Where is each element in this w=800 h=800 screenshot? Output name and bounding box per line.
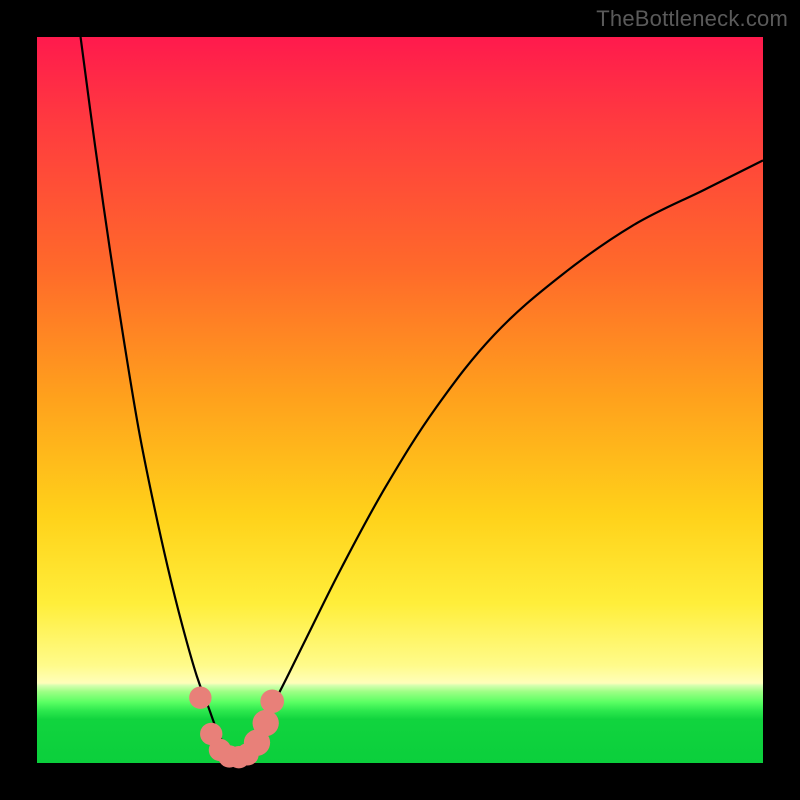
chart-frame: TheBottleneck.com <box>0 0 800 800</box>
watermark-text: TheBottleneck.com <box>596 6 788 32</box>
bottleneck-curve-left <box>81 37 230 752</box>
data-markers <box>189 686 284 768</box>
data-marker <box>253 710 279 736</box>
plot-area <box>37 37 763 763</box>
data-marker <box>189 686 211 708</box>
curve-layer <box>37 37 763 763</box>
bottleneck-curve-right <box>240 160 763 752</box>
data-marker <box>260 689 284 713</box>
